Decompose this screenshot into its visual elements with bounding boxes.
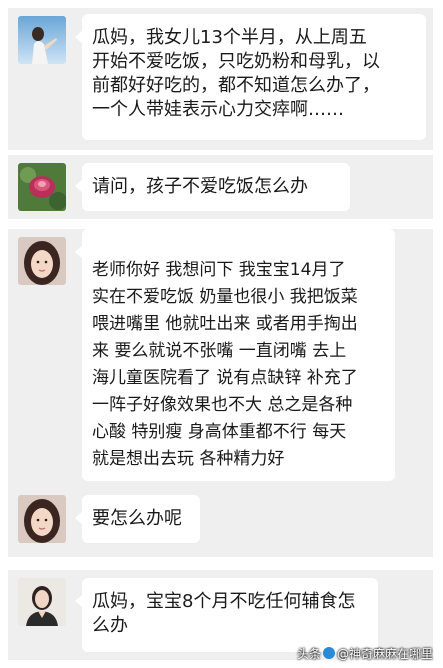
chat-panel-4: 要怎么办呢 xyxy=(8,485,433,557)
message-bubble: 瓜妈，宝宝8个月不吃任何辅食怎 么办 xyxy=(75,578,378,652)
message-text: 么办 xyxy=(92,615,128,636)
woman-photo-avatar[interactable] xyxy=(18,495,66,543)
woman-photo-avatar[interactable] xyxy=(18,237,66,285)
message-text: 喂进嘴里 他就吐出来 或者用手掏出 xyxy=(92,314,358,334)
watermark-prefix: 头条 xyxy=(296,647,321,661)
toutiao-logo-icon xyxy=(322,647,335,659)
message-text: 海儿童医院看了 说有点缺锌 补充了 xyxy=(92,368,358,388)
message-bubble: 请问，孩子不爱吃饭怎么办 xyxy=(75,163,350,211)
message-text: 前都好好吃的，都不知道怎么办了， xyxy=(92,75,380,96)
girl-sky-avatar[interactable] xyxy=(18,16,66,64)
chat-panel-1: 瓜妈，我女儿13个半月，从上周五 开始不爱吃饭，只吃奶粉和母乳，以 前都好好吃的… xyxy=(8,8,433,150)
chat-panel-2: 请问，孩子不爱吃饭怎么办 xyxy=(8,155,433,219)
message-text: 老师你好 我想问下 我宝宝14月了 xyxy=(92,260,346,280)
message-text: 请问，孩子不爱吃饭怎么办 xyxy=(92,176,308,197)
message-bubble: 要怎么办呢 xyxy=(75,495,200,543)
message-text: 瓜妈，宝宝8个月不吃任何辅食怎 xyxy=(92,591,356,612)
message-text: 开始不爱吃饭，只吃奶粉和母乳，以 xyxy=(92,51,380,72)
message-text: 来 要么就说不张嘴 一直闭嘴 去上 xyxy=(92,341,347,361)
message-text: 实在不爱吃饭 奶量也很小 我把饭菜 xyxy=(92,287,358,307)
chat-panel-3: 老师你好 我想问下 我宝宝14月了 实在不爱吃饭 奶量也很小 我把饭菜 喂进嘴里… xyxy=(8,229,433,485)
message-text: 就是想出去玩 各种精力好 xyxy=(92,449,285,469)
message-text: 一个人带娃表示心力交瘁啊…… xyxy=(92,99,344,120)
watermark-handle: @神奇麻麻在哪里 xyxy=(336,647,433,661)
message-text: 心酸 特别瘦 身高体重都不行 每天 xyxy=(92,422,347,442)
message-bubble: 老师你好 我想问下 我宝宝14月了 实在不爱吃饭 奶量也很小 我把饭菜 喂进嘴里… xyxy=(75,229,395,481)
message-bubble: 瓜妈，我女儿13个半月，从上周五 开始不爱吃饭，只吃奶粉和母乳，以 前都好好吃的… xyxy=(75,14,426,140)
flower-avatar[interactable] xyxy=(18,163,66,211)
message-text: 一阵子好像效果也不大 总之是各种 xyxy=(92,395,353,415)
message-text: 瓜妈，我女儿13个半月，从上周五 xyxy=(92,27,367,48)
message-text: 要怎么办呢 xyxy=(92,508,182,529)
woman-portrait-avatar[interactable] xyxy=(18,578,66,626)
watermark: 头条 @神奇麻麻在哪里 xyxy=(297,645,433,662)
